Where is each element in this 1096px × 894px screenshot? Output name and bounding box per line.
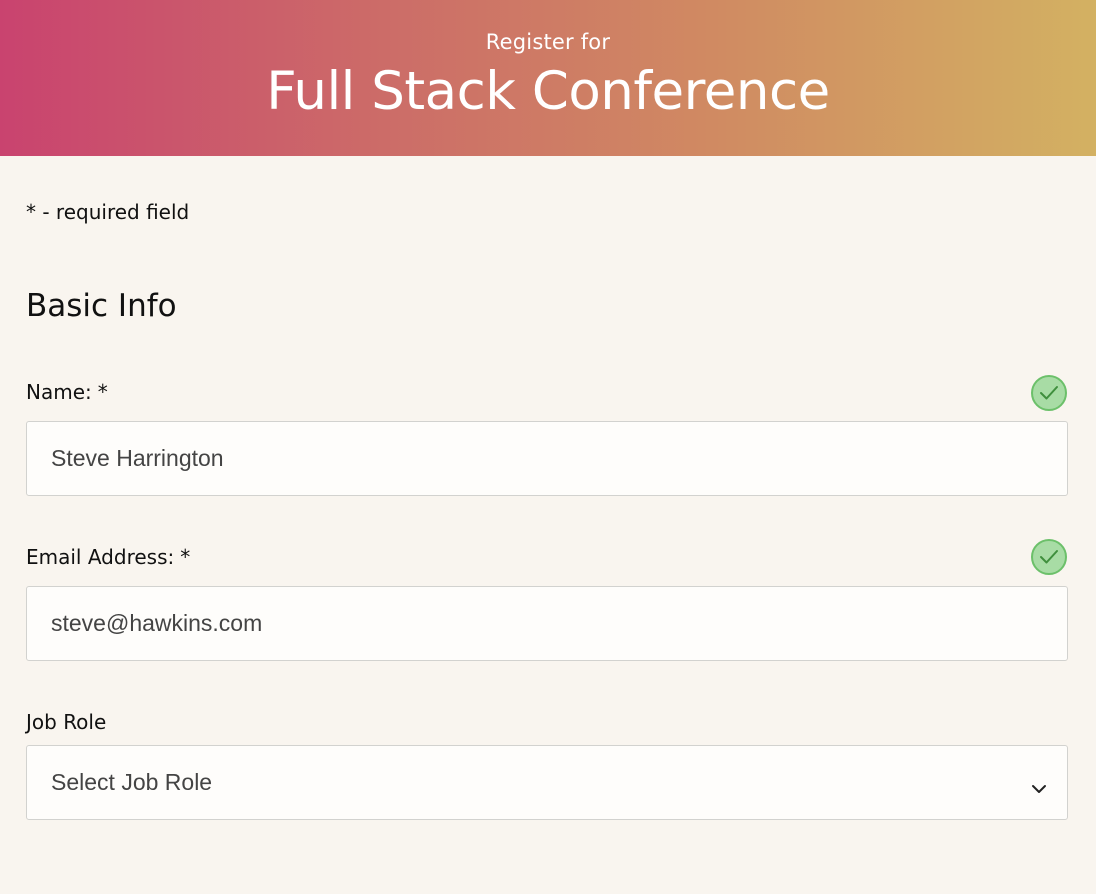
page-header: Register for Full Stack Conference <box>0 0 1096 156</box>
required-marker: * <box>180 545 191 569</box>
section-title: Basic Info <box>26 288 177 324</box>
job-role-select[interactable]: Select Job Role <box>26 745 1068 820</box>
page-title: Full Stack Conference <box>266 61 830 122</box>
required-field-note: * - required field <box>26 200 190 224</box>
name-label-text: Name: <box>26 380 92 404</box>
job-role-label: Job Role <box>26 710 106 734</box>
email-input[interactable]: steve@hawkins.com <box>26 586 1068 661</box>
check-circle-icon <box>1031 375 1067 411</box>
email-input-value: steve@hawkins.com <box>51 610 263 636</box>
check-circle-icon <box>1031 539 1067 575</box>
required-marker: * <box>97 380 108 404</box>
name-label: Name: * <box>26 380 108 404</box>
job-role-label-text: Job Role <box>26 710 107 734</box>
email-label-text: Email Address: <box>26 545 175 569</box>
name-input[interactable]: Steve Harrington <box>26 421 1068 496</box>
email-label: Email Address: * <box>26 545 190 569</box>
name-input-value: Steve Harrington <box>51 445 224 471</box>
chevron-down-icon <box>1031 774 1047 801</box>
job-role-selected-value: Select Job Role <box>51 769 213 795</box>
header-subtitle: Register for <box>485 30 611 54</box>
